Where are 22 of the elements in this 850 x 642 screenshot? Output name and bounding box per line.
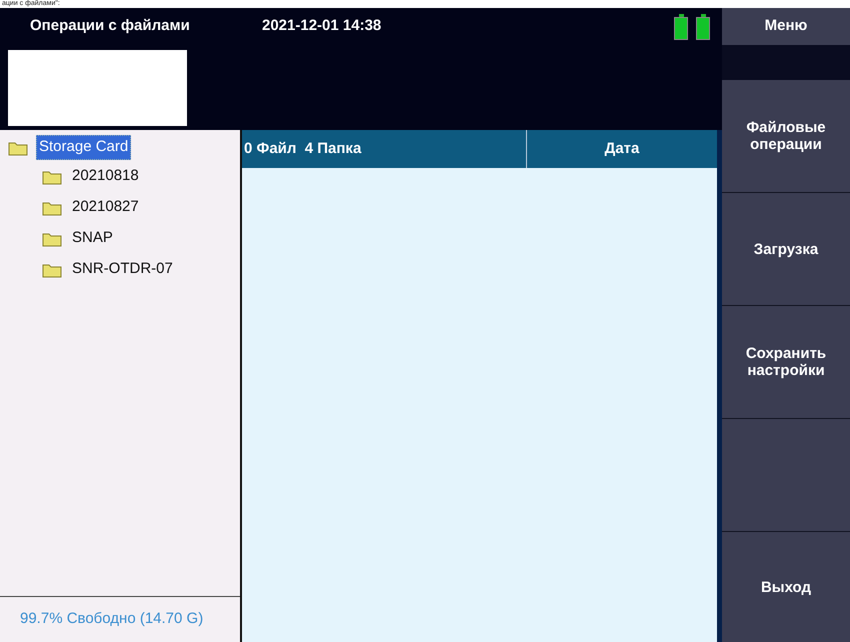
folder-icon	[42, 230, 62, 246]
folder-icon	[8, 140, 28, 156]
menu-button[interactable]: Загрузка	[722, 193, 850, 306]
menu-button[interactable]: Выход	[722, 532, 850, 642]
battery-icon	[674, 14, 688, 40]
folder-icon	[42, 168, 62, 184]
tree-item[interactable]: 20210827	[70, 196, 141, 219]
folder-icon	[42, 200, 62, 216]
tree-item[interactable]: Storage Card	[36, 135, 132, 160]
menu-title: Меню	[722, 8, 850, 45]
menu-button[interactable]: Файловые операции	[722, 80, 850, 193]
screen-title: Операции с файлами	[30, 16, 191, 36]
menu-button[interactable]: Сохранить настройки	[722, 306, 850, 419]
free-space-text: 99.7% Свободно (14.70 G)	[20, 609, 204, 630]
tree-item[interactable]: SNR-OTDR-07	[70, 258, 175, 281]
tree-item[interactable]: SNAP	[70, 227, 115, 250]
date-time: 2021-12-01 14:38	[262, 16, 382, 36]
tree-item[interactable]: 20210818	[70, 165, 141, 188]
column-header: Дата	[604, 138, 640, 159]
column-header: 0 Файл 4 Папка	[242, 130, 527, 168]
battery-icon	[696, 14, 710, 40]
folder-icon	[42, 262, 62, 278]
